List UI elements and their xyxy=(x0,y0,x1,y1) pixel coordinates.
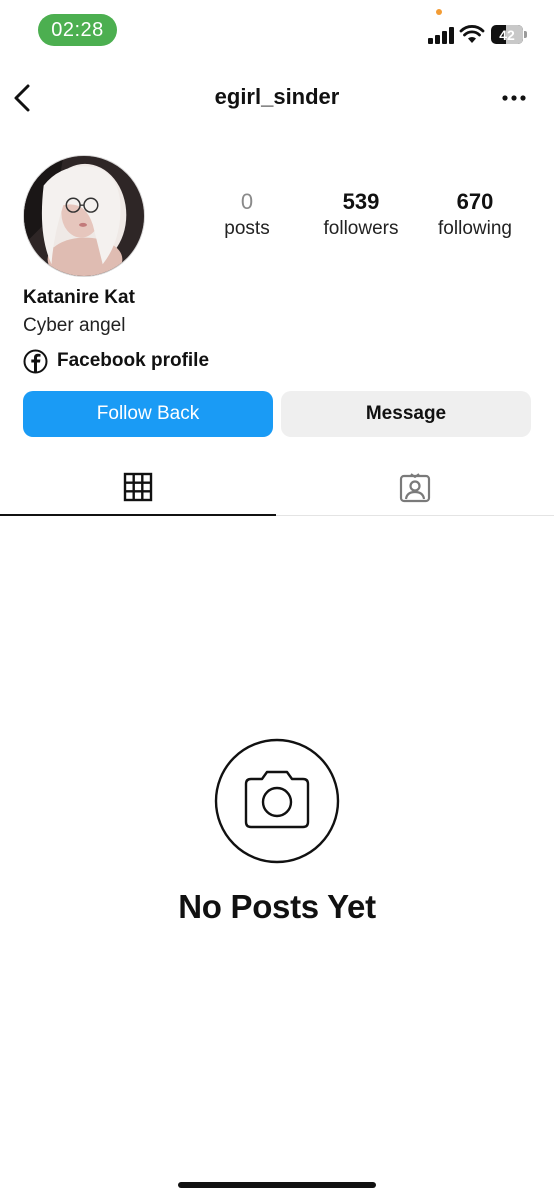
stat-following[interactable]: 670 following xyxy=(425,188,525,242)
facebook-profile-label: Facebook profile xyxy=(57,350,210,371)
status-time: 02:28 xyxy=(38,14,117,46)
message-button[interactable]: Message xyxy=(281,391,531,437)
profile-username: egirl_sinder xyxy=(214,84,340,109)
follow-back-button[interactable]: Follow Back xyxy=(23,391,273,437)
following-count: 670 xyxy=(456,189,494,214)
avatar-photo xyxy=(24,156,144,276)
facebook-icon xyxy=(23,349,48,373)
battery-icon: 42 xyxy=(491,25,523,44)
stat-followers[interactable]: 539 followers xyxy=(312,188,410,242)
avatar[interactable] xyxy=(23,155,145,277)
tab-posts-grid[interactable] xyxy=(0,458,276,516)
cellular-signal-icon xyxy=(428,26,454,44)
battery-level: 42 xyxy=(499,26,515,43)
grid-icon xyxy=(123,472,153,502)
display-name: Katanire Kat xyxy=(23,287,135,308)
tagged-person-icon xyxy=(399,473,431,503)
facebook-profile-link[interactable]: Facebook profile xyxy=(23,348,209,374)
camera-icon xyxy=(214,738,340,864)
following-label: following xyxy=(438,218,512,239)
active-tab-indicator xyxy=(0,514,276,516)
more-horizontal-icon[interactable] xyxy=(500,88,528,108)
posts-count: 0 xyxy=(240,189,254,214)
privacy-indicator-dot xyxy=(436,9,442,15)
tab-tagged[interactable] xyxy=(276,458,554,516)
wifi-icon xyxy=(459,25,485,43)
empty-state-title: No Posts Yet xyxy=(178,888,376,925)
home-indicator[interactable] xyxy=(178,1182,376,1188)
battery-cap xyxy=(524,31,527,38)
bio-text: Cyber angel xyxy=(23,315,126,336)
posts-label: posts xyxy=(224,218,270,239)
followers-label: followers xyxy=(323,218,399,239)
stat-posts: 0 posts xyxy=(206,188,288,242)
followers-count: 539 xyxy=(342,189,380,214)
